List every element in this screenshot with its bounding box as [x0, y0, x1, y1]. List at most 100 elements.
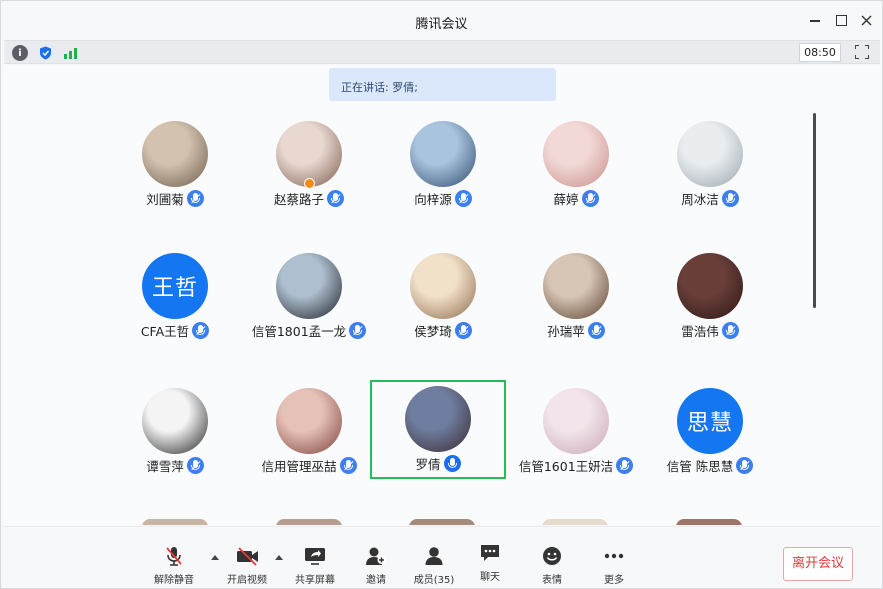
more-button[interactable]: 更多 [584, 546, 644, 586]
participant-name: 罗倩 [415, 457, 441, 472]
camera-off-icon [236, 546, 258, 566]
next-row-avatar [142, 519, 208, 525]
avatar [276, 388, 342, 454]
meeting-info-bar: i 08:50 [4, 40, 880, 64]
participant-tile[interactable]: 王哲 CFA王哲 [107, 253, 243, 351]
participant-name: 薛婷 [553, 192, 579, 207]
avatar [276, 253, 342, 319]
mic-icon [443, 455, 461, 472]
avatar [142, 388, 208, 454]
meeting-timer: 08:50 [799, 43, 841, 62]
members-icon [423, 546, 445, 566]
speaking-indicator: 正在讲话: 罗倩; [329, 68, 556, 101]
avatar: 王哲 [142, 253, 208, 319]
mic-muted-icon [454, 190, 472, 207]
avatar-initials: 王哲 [151, 276, 198, 301]
participant-tile[interactable]: 薛婷 [508, 121, 644, 219]
next-row-avatar [542, 519, 608, 525]
participant-name: 谭雪萍 [146, 459, 184, 474]
participant-name-line: 信管 陈思慧 [642, 456, 778, 475]
invite-button[interactable]: 邀请 [346, 546, 406, 586]
mic-muted-icon [192, 322, 210, 339]
participant-tile[interactable]: 信管1601王妍洁 [508, 388, 644, 486]
maximize-icon[interactable] [833, 12, 849, 28]
more-icon [603, 546, 625, 566]
video-options-caret[interactable] [275, 555, 283, 560]
share-screen-icon [304, 546, 326, 566]
participant-tile[interactable]: 信管1801孟一龙 [241, 253, 377, 351]
unmute-label: 解除静音 [154, 575, 194, 586]
next-row-avatar [409, 519, 475, 525]
participant-name-line: 罗倩 [372, 454, 504, 473]
participant-name-line: 信用管理巫喆 [241, 456, 377, 475]
next-row-avatar [276, 519, 342, 525]
participant-tile[interactable]: 谭雪萍 [107, 388, 243, 486]
mic-muted-icon [587, 322, 605, 339]
start-video-button[interactable]: 开启视频 [217, 546, 277, 586]
minimize-icon[interactable] [807, 12, 823, 28]
mic-muted-icon [736, 457, 754, 474]
meeting-toolbar: 解除静音 开启视频 共享屏幕 邀请 成员(35) 聊天 表情 更多 离开会议 [4, 526, 880, 588]
participant-name: 周冰洁 [681, 192, 719, 207]
shield-icon[interactable] [37, 45, 53, 61]
avatar [410, 121, 476, 187]
participant-tile[interactable]: 思慧 信管 陈思慧 [642, 388, 778, 486]
participant-tile[interactable]: 雷浩伟 [642, 253, 778, 351]
unmute-button[interactable]: 解除静音 [144, 546, 204, 586]
add-user-icon [365, 546, 387, 566]
avatar: 思慧 [677, 388, 743, 454]
members-button[interactable]: 成员(35) [404, 546, 464, 586]
smiley-icon [541, 546, 563, 566]
participant-name-line: 向梓源 [375, 189, 511, 208]
title-bar: 腾讯会议 [1, 1, 882, 39]
avatar [410, 253, 476, 319]
participant-name: 信管1601王妍洁 [518, 459, 614, 474]
mic-muted-icon [616, 457, 634, 474]
participant-tile[interactable]: 刘圃菊 [107, 121, 243, 219]
participant-name-line: 薛婷 [508, 189, 644, 208]
close-icon[interactable] [858, 12, 874, 28]
participant-tile[interactable]: 赵蔡路子 [241, 121, 377, 219]
signal-icon[interactable] [62, 45, 78, 61]
participant-tile[interactable]: 侯梦琦 [375, 253, 511, 351]
participant-name-line: 侯梦琦 [375, 321, 511, 340]
participant-name: 向梓源 [414, 192, 452, 207]
participant-name: 雷浩伟 [681, 324, 719, 339]
chat-label: 聊天 [480, 572, 500, 583]
participant-tile[interactable]: 周冰洁 [642, 121, 778, 219]
participant-name: 信管1801孟一龙 [251, 324, 347, 339]
participant-tile[interactable]: 信用管理巫喆 [241, 388, 377, 486]
participant-tile[interactable]: 孙瑞苹 [508, 253, 644, 351]
avatar [543, 388, 609, 454]
next-row-avatar [676, 519, 742, 525]
invite-label: 邀请 [366, 575, 386, 586]
emoji-button[interactable]: 表情 [522, 546, 582, 586]
window-title: 腾讯会议 [415, 17, 468, 32]
gallery-scrollbar[interactable] [813, 113, 816, 308]
avatar-initials: 思慧 [686, 411, 733, 436]
mic-muted-icon [721, 190, 739, 207]
leave-meeting-button[interactable]: 离开会议 [783, 547, 853, 581]
fullscreen-icon[interactable] [855, 45, 869, 59]
emoji-label: 表情 [542, 575, 562, 586]
info-icon[interactable]: i [12, 45, 28, 61]
participant-name-line: 信管1801孟一龙 [241, 321, 377, 340]
participant-name-line: 赵蔡路子 [241, 189, 377, 208]
host-badge-icon [304, 178, 315, 189]
avatar [543, 121, 609, 187]
participant-tile[interactable]: 向梓源 [375, 121, 511, 219]
mic-muted-icon [581, 190, 599, 207]
mic-muted-icon [163, 546, 185, 566]
participant-name-line: 刘圃菊 [107, 189, 243, 208]
chat-button[interactable]: 聊天 [460, 543, 520, 583]
mic-muted-icon [327, 190, 344, 207]
mic-muted-icon [349, 322, 367, 339]
participant-tile[interactable]: 罗倩 [370, 380, 506, 479]
mic-muted-icon [186, 457, 204, 474]
chat-icon [479, 543, 501, 563]
avatar [677, 253, 743, 319]
participant-name-line: CFA王哲 [107, 321, 243, 340]
video-gallery: 正在讲话: 罗倩; 刘圃菊 赵蔡路子 向梓源 薛婷 周冰洁王哲 CFA王哲 信管1801孟一… [4, 65, 880, 525]
mic-muted-icon [454, 322, 472, 339]
share-screen-button[interactable]: 共享屏幕 [285, 546, 345, 586]
